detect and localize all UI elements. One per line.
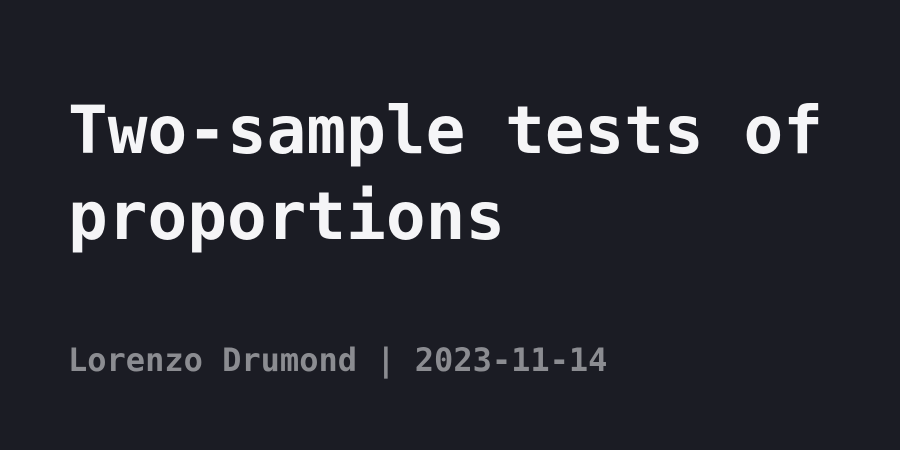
post-title: Two-sample tests of proportions: [68, 92, 823, 255]
byline-separator: |: [376, 341, 396, 379]
post-date: 2023-11-14: [414, 341, 608, 379]
byline: Lorenzo Drumond | 2023-11-14: [68, 338, 607, 382]
author-name: Lorenzo Drumond: [68, 341, 357, 379]
title-card: Two-sample tests of proportions Lorenzo …: [0, 0, 900, 450]
